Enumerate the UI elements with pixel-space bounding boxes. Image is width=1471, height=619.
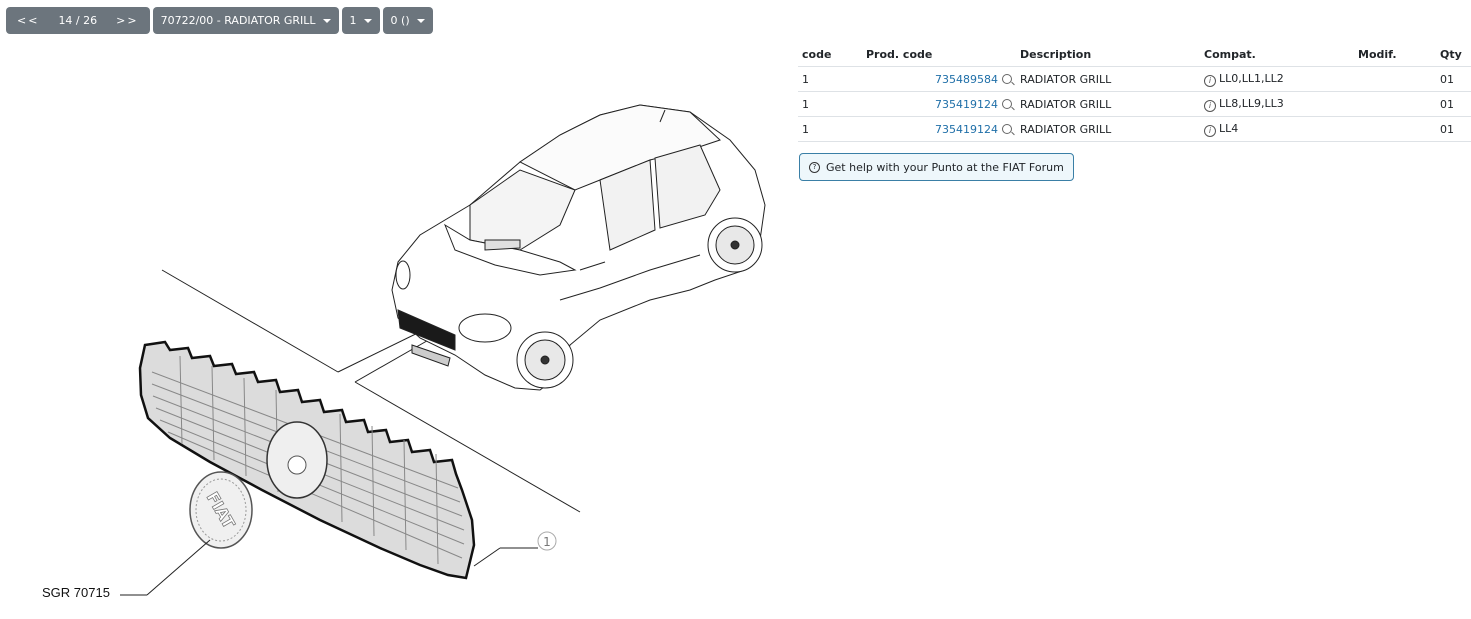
- pager-group: << 14 / 26 >>: [6, 7, 150, 34]
- column-header-prod-code: Prod. code: [862, 43, 1016, 67]
- cell-qty: 01: [1436, 66, 1471, 92]
- parts-diagram: FIAT 1 SGR 70715: [42, 104, 766, 600]
- page-indicator: 14 / 26: [58, 14, 98, 27]
- parts-table: code Prod. code Description Compat. Modi…: [798, 43, 1471, 142]
- next-page-button[interactable]: >>: [105, 7, 149, 34]
- cell-compat: i LL4: [1200, 116, 1354, 142]
- prev-page-button[interactable]: <<: [6, 7, 50, 34]
- cell-prod-code: 735489584: [862, 66, 1016, 92]
- compat-value: LL4: [1219, 122, 1239, 135]
- reference-label: SGR 70715: [42, 585, 110, 600]
- column-header-description: Description: [1016, 43, 1200, 67]
- cell-compat: i LL0,LL1,LL2: [1200, 66, 1354, 92]
- cell-qty: 01: [1436, 91, 1471, 117]
- info-icon[interactable]: i: [1204, 100, 1216, 112]
- variant-dropdown-label: 1: [349, 14, 357, 27]
- cell-prod-code: 735419124: [862, 91, 1016, 117]
- prod-code-link[interactable]: 735419124: [935, 123, 998, 136]
- variant-dropdown-toggle[interactable]: 1: [342, 7, 380, 34]
- group-dropdown[interactable]: 70722/00 - RADIATOR GRILL: [152, 7, 339, 34]
- prod-code-link[interactable]: 735419124: [935, 98, 998, 111]
- column-header-qty: Qty: [1436, 43, 1471, 67]
- forum-help-label: Get help with your Punto at the FIAT For…: [826, 160, 1064, 174]
- callout-number: 1: [543, 535, 551, 549]
- variant-dropdown[interactable]: 1: [341, 7, 380, 34]
- fiat-emblem: FIAT: [189, 471, 253, 549]
- cell-modif: [1354, 116, 1436, 142]
- prod-code-link[interactable]: 735489584: [935, 73, 998, 86]
- car-illustration: [391, 104, 766, 391]
- column-header-code: code: [798, 43, 862, 67]
- question-circle-icon: ?: [809, 161, 820, 173]
- radiator-grill-part: [138, 340, 476, 580]
- forum-help-button[interactable]: ? Get help with your Punto at the FIAT F…: [799, 153, 1074, 181]
- cell-modif: [1354, 91, 1436, 117]
- reference-callout: SGR 70715: [42, 539, 211, 600]
- cell-qty: 01: [1436, 116, 1471, 142]
- magnifier-icon[interactable]: [1002, 99, 1012, 109]
- info-icon[interactable]: i: [1204, 125, 1216, 137]
- table-row: 1 735419124 RADIATOR GRILL i LL4 01: [798, 116, 1471, 142]
- cell-modif: [1354, 66, 1436, 92]
- compat-value: LL0,LL1,LL2: [1219, 72, 1284, 85]
- cell-compat: i LL8,LL9,LL3: [1200, 91, 1354, 117]
- group-dropdown-label: 70722/00 - RADIATOR GRILL: [160, 14, 316, 27]
- cell-description: RADIATOR GRILL: [1016, 91, 1200, 117]
- filter-dropdown[interactable]: 0 (): [382, 7, 433, 34]
- compat-value: LL8,LL9,LL3: [1219, 97, 1284, 110]
- chevron-down-icon: [322, 18, 331, 23]
- info-icon[interactable]: i: [1204, 75, 1216, 87]
- magnifier-icon[interactable]: [1002, 74, 1012, 84]
- cell-code: 1: [798, 116, 862, 142]
- callout: 1: [473, 531, 557, 567]
- filter-dropdown-label: 0 (): [390, 14, 410, 27]
- table-header-row: code Prod. code Description Compat. Modi…: [798, 43, 1471, 67]
- cell-prod-code: 735419124: [862, 116, 1016, 142]
- chevron-down-icon: [416, 18, 425, 23]
- cell-code: 1: [798, 66, 862, 92]
- chevron-down-icon: [363, 18, 372, 23]
- column-header-modif: Modif.: [1354, 43, 1436, 67]
- group-dropdown-toggle[interactable]: 70722/00 - RADIATOR GRILL: [153, 7, 339, 34]
- cell-description: RADIATOR GRILL: [1016, 116, 1200, 142]
- cell-description: RADIATOR GRILL: [1016, 66, 1200, 92]
- magnifier-icon[interactable]: [1002, 124, 1012, 134]
- table-row: 1 735419124 RADIATOR GRILL i LL8,LL9,LL3 …: [798, 91, 1471, 117]
- filter-dropdown-toggle[interactable]: 0 (): [383, 7, 433, 34]
- toolbar: << 14 / 26 >> 70722/00 - RADIATOR GRILL …: [6, 7, 433, 34]
- column-header-compat: Compat.: [1200, 43, 1354, 67]
- table-row: 1 735489584 RADIATOR GRILL i LL0,LL1,LL2 …: [798, 66, 1471, 92]
- cell-code: 1: [798, 91, 862, 117]
